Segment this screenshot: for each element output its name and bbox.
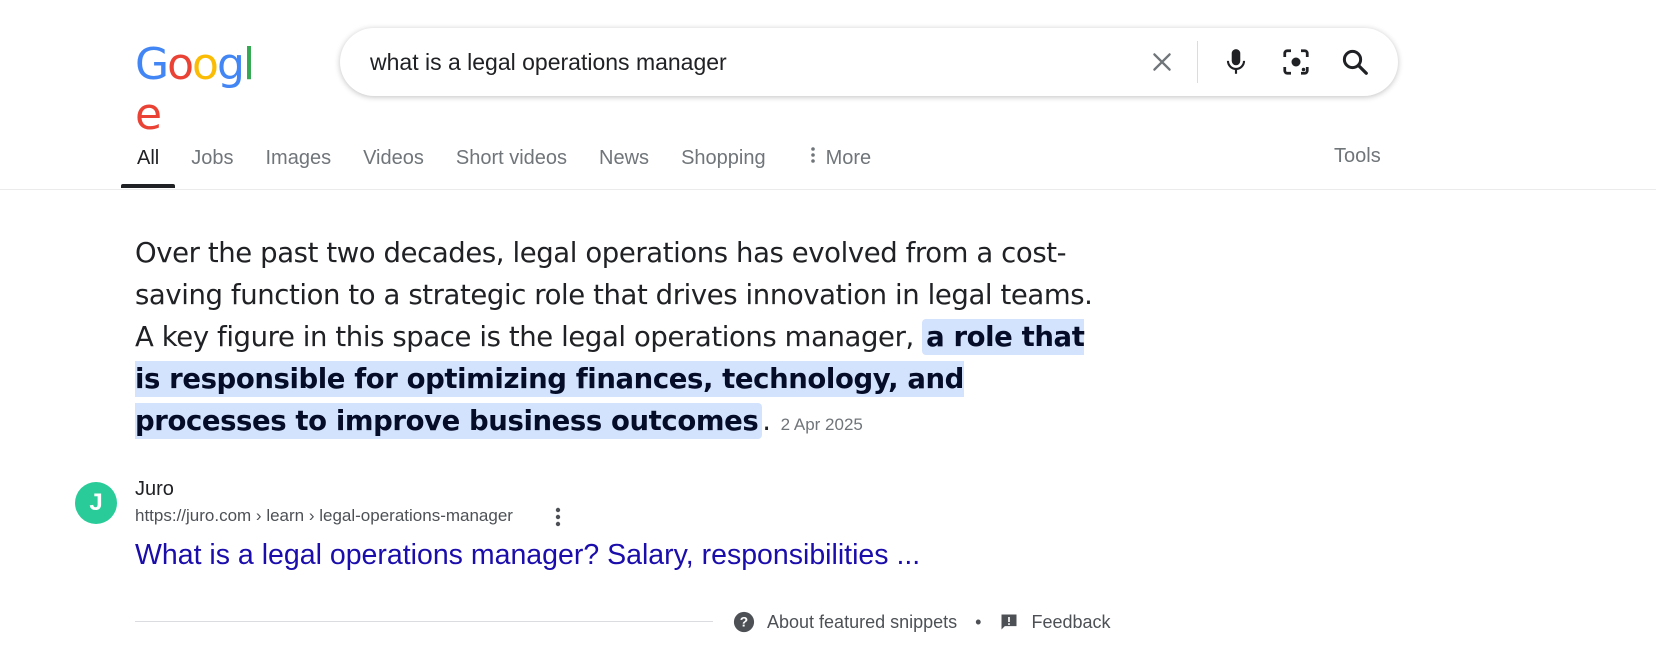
camera-lens-icon[interactable] [1278, 44, 1314, 80]
tab-label: News [599, 147, 650, 169]
microphone-icon[interactable] [1218, 44, 1254, 80]
featured-snippet: Over the past two decades, legal operati… [135, 232, 1115, 446]
tab-more[interactable]: More [794, 128, 888, 188]
tab-label: Short videos [455, 147, 568, 169]
feedback-button[interactable]: Feedback [999, 611, 1111, 633]
favicon-letter: J [89, 489, 103, 516]
source-url[interactable]: https://juro.com › learn › legal-operati… [135, 506, 513, 526]
tab-label: Shopping [681, 147, 766, 169]
search-icon[interactable] [1337, 44, 1373, 80]
about-label: About featured snippets [767, 611, 958, 632]
tab-short-videos[interactable]: Short videos [440, 128, 583, 188]
close-icon[interactable] [1144, 44, 1180, 80]
site-favicon[interactable]: J [75, 482, 117, 524]
source-site-name[interactable]: Juro [135, 478, 174, 501]
snippet-footer: ? About featured snippets • Feedback [733, 608, 1111, 636]
tab-label: More [825, 147, 872, 169]
search-divider [1197, 41, 1198, 83]
tab-videos[interactable]: Videos [347, 128, 440, 188]
search-box[interactable]: what is a legal operations manager [340, 28, 1398, 96]
tab-shopping[interactable]: Shopping [665, 128, 782, 188]
tabs-divider [0, 189, 1656, 190]
tab-jobs[interactable]: Jobs [175, 128, 249, 188]
snippet-date: 2 Apr 2025 [780, 415, 863, 434]
search-input[interactable]: what is a legal operations manager [370, 28, 727, 96]
tab-label: Jobs [191, 147, 234, 169]
footer-divider [135, 621, 713, 622]
help-icon: ? [733, 611, 755, 633]
logo-letter-l: l [242, 39, 255, 90]
result-title-link[interactable]: What is a legal operations manager? Sala… [135, 539, 920, 572]
tab-all[interactable]: All [121, 128, 176, 188]
more-options-icon[interactable] [548, 504, 568, 530]
google-logo[interactable]: Google [135, 39, 275, 140]
logo-letter-g2: g [216, 39, 245, 90]
feedback-icon [999, 612, 1019, 632]
svg-text:?: ? [740, 615, 748, 630]
logo-letter-o2: o [192, 39, 219, 90]
more-vert-icon [810, 130, 816, 186]
tab-label: Images [265, 147, 332, 169]
tools-button[interactable]: Tools [1334, 128, 1381, 184]
search-tabs: All Jobs Images Videos Short videos News… [121, 128, 887, 188]
tab-label: Videos [363, 147, 424, 169]
about-featured-snippets-button[interactable]: ? About featured snippets [733, 611, 957, 633]
footer-separator: • [975, 611, 982, 632]
snippet-period: . [762, 405, 771, 437]
feedback-label: Feedback [1031, 611, 1111, 632]
tab-images[interactable]: Images [249, 128, 347, 188]
tab-label: All [137, 147, 160, 169]
tab-news[interactable]: News [583, 128, 665, 188]
logo-letter-o1: o [167, 39, 194, 90]
logo-letter-g: G [135, 39, 169, 90]
